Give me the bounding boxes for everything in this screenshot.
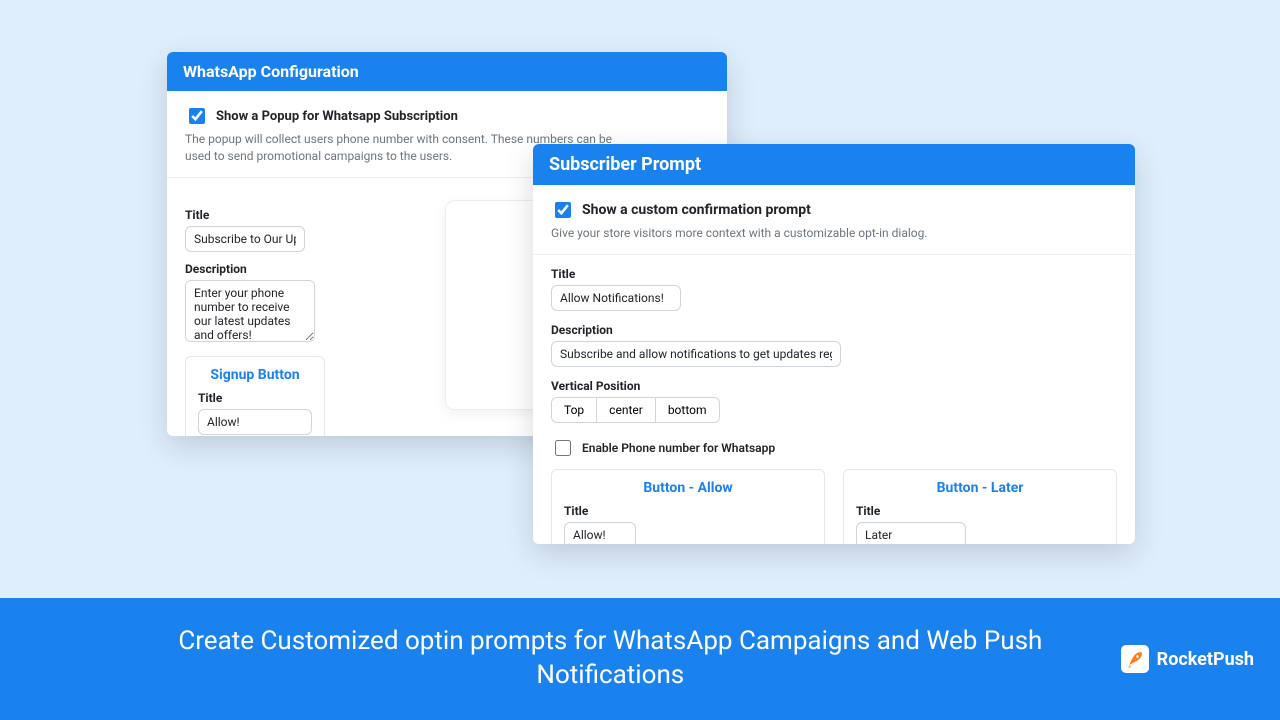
vpos-bottom[interactable]: bottom (656, 398, 719, 422)
custom-prompt-checkbox[interactable] (555, 202, 571, 218)
enable-phone-label: Enable Phone number for Whatsapp (582, 441, 775, 455)
whatsapp-form-column: Title Description Enter your phone numbe… (185, 200, 325, 436)
button-allow-card: Button - Allow Title (551, 469, 825, 544)
footer-brand-text: RocketPush (1157, 649, 1254, 670)
show-popup-checkbox[interactable] (189, 108, 205, 124)
button-allow-title-label: Title (564, 504, 812, 518)
vpos-center[interactable]: center (597, 398, 656, 422)
signup-title-label: Title (198, 391, 312, 405)
button-later-card: Button - Later Title (843, 469, 1117, 544)
wa-title-input[interactable] (185, 226, 305, 252)
enable-phone-checkbox[interactable] (555, 440, 571, 456)
wa-desc-textarea[interactable]: Enter your phone number to receive our l… (185, 280, 315, 342)
wa-desc-label: Description (185, 262, 325, 276)
signup-button-card: Signup Button Title Background Color #00… (185, 356, 325, 436)
sub-desc-input[interactable] (551, 341, 841, 367)
button-later-title-label: Title (856, 504, 1104, 518)
button-allow-title-input[interactable] (564, 522, 636, 544)
stage: WhatsApp Configuration Show a Popup for … (0, 0, 1280, 720)
subscriber-prompt-header: Subscriber Prompt (533, 144, 1135, 185)
custom-prompt-subtext: Give your store visitors more context wi… (551, 225, 1117, 242)
footer-banner: Create Customized optin prompts for What… (0, 598, 1280, 720)
sub-desc-label: Description (551, 323, 1117, 337)
button-later-header: Button - Later (856, 480, 1104, 496)
sub-title-input[interactable] (551, 285, 681, 311)
footer-tagline: Create Customized optin prompts for What… (0, 625, 1121, 693)
button-pair: Button - Allow Title Button - Later Titl… (551, 469, 1117, 544)
show-popup-label: Show a Popup for Whatsapp Subscription (216, 109, 458, 124)
vpos-top[interactable]: Top (552, 398, 597, 422)
vpos-segmented: Top center bottom (551, 397, 720, 423)
divider (533, 254, 1135, 255)
sub-title-label: Title (551, 267, 1117, 281)
vpos-label: Vertical Position (551, 379, 1117, 393)
rocketpush-logo-icon (1121, 645, 1149, 673)
signup-title-input[interactable] (198, 409, 312, 435)
wa-title-label: Title (185, 208, 325, 222)
footer-brand: RocketPush (1121, 645, 1280, 673)
whatsapp-config-header: WhatsApp Configuration (167, 52, 727, 91)
button-later-title-input[interactable] (856, 522, 966, 544)
subscriber-prompt-card: Subscriber Prompt Show a custom confirma… (533, 144, 1135, 544)
signup-button-header: Signup Button (198, 367, 312, 383)
custom-prompt-label: Show a custom confirmation prompt (582, 202, 811, 218)
button-allow-header: Button - Allow (564, 480, 812, 496)
